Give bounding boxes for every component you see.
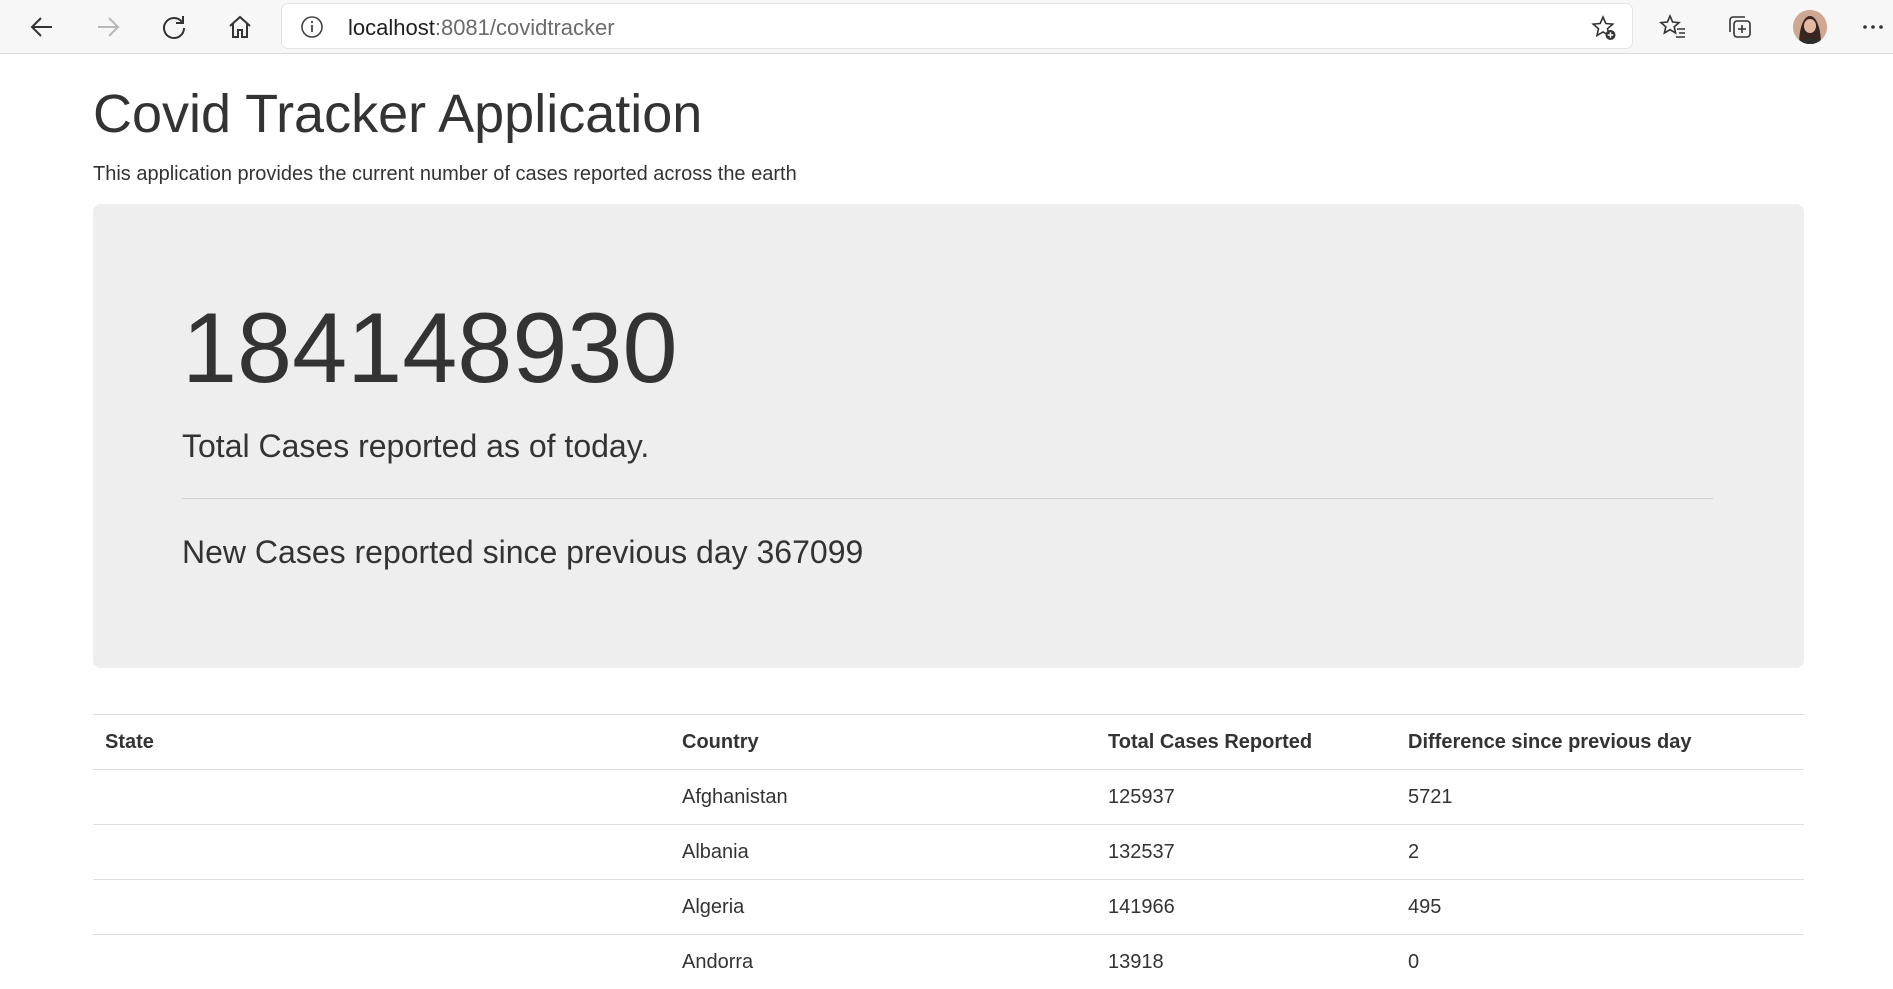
summary-panel: 184148930 Total Cases reported as of tod… (93, 204, 1804, 668)
add-favorite-icon[interactable] (1590, 14, 1618, 42)
table-header-row: State Country Total Cases Reported Diffe… (93, 715, 1804, 770)
refresh-button[interactable] (154, 7, 194, 47)
forward-button[interactable] (88, 7, 128, 47)
cell-country: Afghanistan (670, 770, 1096, 825)
page-subtitle: This application provides the current nu… (93, 163, 797, 186)
page-title: Covid Tracker Application (93, 83, 702, 145)
collections-button[interactable] (1720, 7, 1760, 47)
cell-diff: 495 (1396, 880, 1804, 935)
total-cases-label: Total Cases reported as of today. (182, 428, 649, 465)
forward-arrow-icon (94, 13, 122, 41)
summary-divider (182, 498, 1713, 499)
url-text[interactable]: localhost:8081/covidtracker (348, 15, 615, 41)
home-button[interactable] (220, 7, 260, 47)
table-row: Afghanistan 125937 5721 (93, 770, 1804, 825)
ellipsis-icon (1861, 15, 1885, 39)
refresh-icon (160, 13, 188, 41)
favorites-icon (1658, 12, 1688, 42)
profile-avatar[interactable] (1793, 10, 1827, 44)
table-row: Albania 132537 2 (93, 825, 1804, 880)
back-arrow-icon (28, 13, 56, 41)
browser-toolbar: localhost:8081/covidtracker (0, 0, 1893, 54)
header-state: State (93, 715, 670, 770)
back-button[interactable] (22, 7, 62, 47)
collections-icon (1725, 12, 1755, 42)
cell-diff: 5721 (1396, 770, 1804, 825)
home-icon (226, 13, 254, 41)
favorites-button[interactable] (1653, 7, 1693, 47)
cell-diff: 2 (1396, 825, 1804, 880)
cell-total: 13918 (1096, 935, 1396, 989)
cell-state (93, 880, 670, 935)
cell-diff: 0 (1396, 935, 1804, 989)
cell-country: Albania (670, 825, 1096, 880)
cell-state (93, 825, 670, 880)
new-cases-text: New Cases reported since previous day 36… (182, 534, 863, 571)
header-country: Country (670, 715, 1096, 770)
cell-country: Andorra (670, 935, 1096, 989)
url-host: localhost (348, 15, 435, 40)
cell-total: 125937 (1096, 770, 1396, 825)
cell-total: 132537 (1096, 825, 1396, 880)
table-row: Algeria 141966 495 (93, 880, 1804, 935)
cell-total: 141966 (1096, 880, 1396, 935)
total-cases-count: 184148930 (182, 298, 678, 397)
site-info-icon[interactable] (300, 15, 324, 39)
header-total-cases: Total Cases Reported (1096, 715, 1396, 770)
cell-state (93, 770, 670, 825)
header-difference: Difference since previous day (1396, 715, 1804, 770)
cell-state (93, 935, 670, 989)
cell-country: Algeria (670, 880, 1096, 935)
url-path: :8081/covidtracker (435, 15, 615, 40)
table-row: Andorra 13918 0 (93, 935, 1804, 989)
address-bar[interactable]: localhost:8081/covidtracker (282, 4, 1632, 48)
cases-table: State Country Total Cases Reported Diffe… (93, 714, 1804, 989)
user-avatar-icon (1793, 10, 1827, 44)
more-button[interactable] (1858, 7, 1888, 47)
